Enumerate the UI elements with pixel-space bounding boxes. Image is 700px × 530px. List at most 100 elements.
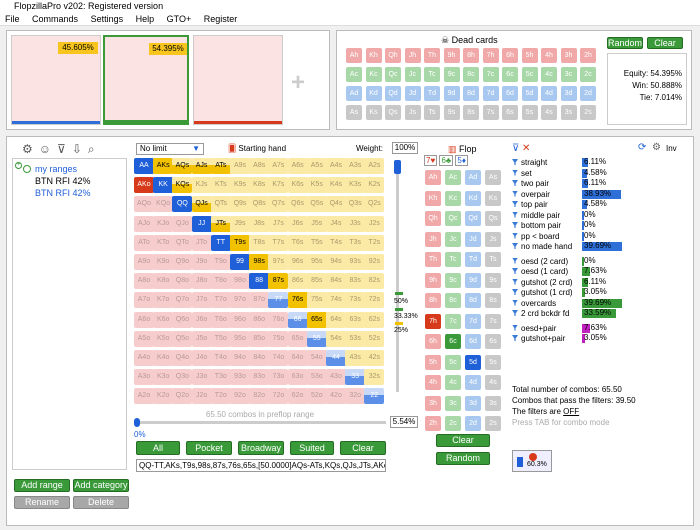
hand-cell[interactable]: J7s — [268, 215, 289, 232]
dead-card[interactable]: 3d — [560, 86, 577, 101]
hand-cell[interactable]: 86o — [249, 311, 270, 328]
flop-card[interactable]: 2s — [485, 416, 501, 431]
hand-cell[interactable]: 94o — [230, 350, 250, 366]
dead-card[interactable]: 8c — [463, 67, 479, 82]
dead-card[interactable]: Th — [424, 48, 440, 63]
hand-cell[interactable]: 88 — [249, 273, 270, 290]
menu-commands[interactable]: Commands — [32, 14, 78, 24]
dead-card[interactable]: Ad — [346, 86, 362, 101]
flop-random-button[interactable]: Random — [436, 452, 490, 465]
flop-card[interactable]: 6s — [485, 334, 501, 349]
stat-row[interactable]: gutshot (1 crd) — [512, 287, 573, 298]
weight-slider-track[interactable] — [396, 160, 399, 392]
hand-cell[interactable]: 95s — [306, 254, 327, 270]
hand-cell[interactable]: 83s — [345, 273, 366, 290]
tree-item-btn-rfi-1[interactable]: BTN RFI 42% — [35, 176, 91, 186]
pocket-button[interactable]: Pocket — [186, 441, 232, 455]
stat-row[interactable]: two pair — [512, 178, 549, 189]
dead-card[interactable]: Qd — [385, 86, 401, 101]
hand-cell[interactable]: A4s — [326, 158, 346, 174]
hand-cell[interactable]: AQo — [134, 196, 154, 213]
hand-cell[interactable]: 76s — [287, 292, 308, 309]
dead-card[interactable]: 7d — [482, 86, 499, 101]
dead-card[interactable]: 9d — [443, 86, 460, 101]
dead-card[interactable]: 4c — [541, 67, 557, 82]
hand-cell[interactable]: T6s — [287, 234, 308, 251]
hand-cell[interactable]: J4s — [326, 215, 346, 232]
hand-cell[interactable]: 93s — [345, 254, 366, 270]
hand-cell[interactable]: T9s — [230, 234, 250, 251]
dead-clear-button[interactable]: Clear — [647, 37, 683, 49]
hand-cell[interactable]: K5o — [153, 330, 174, 347]
hand-cell[interactable]: J5s — [306, 215, 327, 232]
hand-cell[interactable]: A7o — [134, 292, 154, 309]
dead-card[interactable]: 3s — [560, 105, 577, 120]
stat-row[interactable]: oesd (1 card) — [512, 266, 568, 277]
menu-gto[interactable]: GTO+ — [167, 14, 192, 24]
flop-card[interactable]: 7s — [485, 313, 501, 329]
range-slider-track[interactable] — [138, 421, 386, 424]
hand-cell[interactable]: 55 — [306, 330, 327, 347]
hand-cell[interactable]: 94s — [326, 254, 346, 270]
hand-cell[interactable]: J4o — [191, 350, 212, 366]
flop-card[interactable]: 7h — [425, 313, 441, 329]
hand-cell[interactable]: J2o — [191, 388, 212, 405]
stat-row[interactable]: overpair — [512, 189, 550, 200]
hand-cell[interactable]: A6s — [287, 158, 308, 174]
flop-card[interactable]: 4h — [425, 375, 441, 390]
hand-cell[interactable]: AJs — [191, 158, 212, 174]
filter-icon[interactable] — [512, 324, 518, 331]
hand-cell[interactable]: 43o — [326, 369, 346, 386]
dead-card[interactable]: 2h — [580, 48, 596, 63]
hand-cell[interactable]: 97o — [230, 292, 250, 309]
flop-card[interactable]: Js — [485, 231, 501, 247]
hand-cell[interactable]: T4o — [210, 350, 231, 366]
hand-cell[interactable]: K6o — [153, 311, 174, 328]
flop-card[interactable]: 5s — [485, 354, 501, 370]
flop-card[interactable]: 5h — [425, 354, 441, 370]
dead-card[interactable]: Ac — [346, 67, 362, 82]
hand-cell[interactable]: K5s — [306, 177, 327, 194]
hand-cell[interactable]: J2s — [364, 215, 385, 232]
flop-card[interactable]: 4c — [445, 375, 461, 390]
hand-cell[interactable]: T5s — [306, 234, 327, 251]
dead-card[interactable]: 7h — [482, 48, 499, 63]
menu-register[interactable]: Register — [204, 14, 238, 24]
stats-filter-icon[interactable]: ⊽ — [512, 143, 519, 154]
hand-cell[interactable]: K2s — [364, 177, 385, 194]
hand-cell[interactable]: Q4o — [172, 350, 193, 366]
range-thumb-2[interactable]: 54.395% — [103, 35, 189, 125]
hand-cell[interactable]: KK — [153, 177, 174, 194]
flop-card[interactable]: 5d — [465, 354, 481, 370]
hand-cell[interactable]: Q3s — [345, 196, 366, 213]
dead-card[interactable]: 4s — [541, 105, 557, 120]
dead-card[interactable]: 6h — [502, 48, 518, 63]
hand-cell[interactable]: 53s — [345, 330, 366, 347]
hand-cell[interactable]: T8s — [249, 234, 270, 251]
hand-cell[interactable]: T4s — [326, 234, 346, 251]
hand-cell[interactable]: 52s — [364, 330, 385, 347]
flop-clear-button[interactable]: Clear — [436, 434, 490, 447]
hand-cell[interactable]: AKs — [153, 158, 174, 174]
hand-cell[interactable]: TT — [210, 234, 231, 251]
hand-cell[interactable]: JTs — [210, 215, 231, 232]
limit-select[interactable]: No limit ▼ — [136, 143, 204, 155]
hand-cell[interactable]: T9o — [210, 254, 231, 270]
hand-cell[interactable]: A9o — [134, 254, 154, 270]
flop-card[interactable]: 6c — [445, 334, 461, 349]
flop-card[interactable]: Jd — [465, 231, 481, 247]
hand-cell[interactable]: 66 — [287, 311, 308, 328]
hand-cell[interactable]: 98s — [249, 254, 270, 270]
flop-card[interactable]: 3c — [445, 395, 461, 411]
flop-card[interactable]: Jh — [425, 231, 441, 247]
hand-cell[interactable]: K8s — [249, 177, 270, 194]
hand-cell[interactable]: A5o — [134, 330, 154, 347]
hand-cell[interactable]: 84s — [326, 273, 346, 290]
dead-card[interactable]: Qh — [385, 48, 401, 63]
hand-cell[interactable]: K2o — [153, 388, 174, 405]
hand-cell[interactable]: 86s — [287, 273, 308, 290]
hand-cell[interactable]: A2s — [364, 158, 385, 174]
flop-card[interactable]: 3d — [465, 395, 481, 411]
hand-cell[interactable]: Q2o — [172, 388, 193, 405]
all-button[interactable]: All — [136, 441, 180, 455]
